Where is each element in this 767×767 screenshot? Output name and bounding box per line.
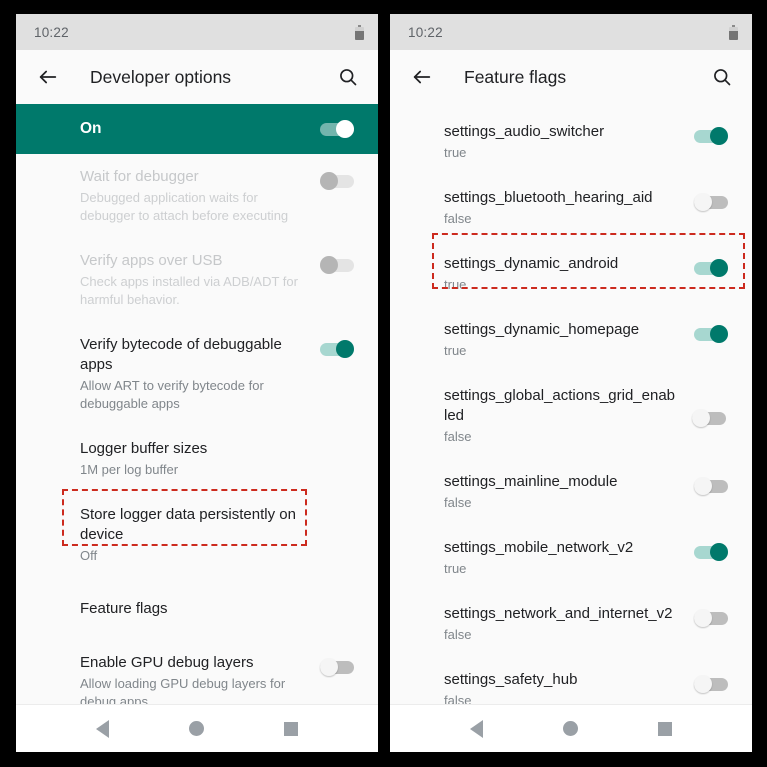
list-item-title: Feature flags: [80, 600, 168, 617]
list-item-subtitle: Off: [80, 548, 98, 563]
list-item-subtitle: Allow ART to verify bytecode for debugga…: [80, 378, 264, 411]
developer-options-list[interactable]: Wait for debugger Debugged application w…: [16, 154, 378, 704]
list-item[interactable]: settings_dynamic_homepage true: [390, 307, 752, 373]
list-item-subtitle: true: [444, 343, 467, 358]
nav-recents-square-icon[interactable]: [658, 721, 672, 736]
list-item-title: settings_network_and_internet_v2: [444, 605, 673, 622]
list-item-toggle[interactable]: [320, 339, 354, 359]
list-item-toggle[interactable]: [694, 126, 728, 146]
battery-icon: [355, 24, 364, 40]
list-item-toggle: [320, 255, 354, 275]
list-item-title: Verify apps over USB: [80, 252, 223, 269]
nav-recents-square-icon[interactable]: [284, 721, 298, 736]
status-bar: 10:22: [16, 14, 378, 50]
list-item[interactable]: settings_safety_hub false: [390, 657, 752, 704]
system-navigation-bar: [16, 704, 378, 752]
list-item-toggle[interactable]: [694, 258, 728, 278]
search-icon[interactable]: [336, 65, 360, 89]
list-item[interactable]: settings_mainline_module false: [390, 459, 752, 525]
list-item-subtitle: Debugged application waits for debugger …: [80, 190, 289, 223]
list-item: Verify apps over USB Check apps installe…: [16, 238, 378, 322]
list-item: Wait for debugger Debugged application w…: [16, 154, 378, 238]
status-bar-clock: 10:22: [408, 24, 443, 40]
list-item[interactable]: settings_global_actions_grid_enabled fal…: [390, 373, 752, 459]
list-item-feature-flags[interactable]: Feature flags: [16, 578, 378, 640]
list-item-toggle[interactable]: [694, 476, 728, 496]
list-item-title: settings_audio_switcher: [444, 123, 605, 140]
list-item[interactable]: Enable GPU debug layers Allow loading GP…: [16, 640, 378, 704]
list-item[interactable]: settings_bluetooth_hearing_aid false: [390, 175, 752, 241]
list-item-toggle[interactable]: [694, 542, 728, 562]
list-item-subtitle: true: [444, 561, 467, 576]
nav-back-triangle-icon[interactable]: [96, 719, 109, 738]
master-switch-toggle[interactable]: [320, 119, 354, 139]
list-item-subtitle: false: [444, 627, 472, 642]
arrow-left-icon[interactable]: [36, 65, 60, 89]
list-item-subtitle: Check apps installed via ADB/ADT for har…: [80, 274, 298, 307]
list-item[interactable]: Store logger data persistently on device…: [16, 492, 378, 578]
list-item[interactable]: Logger buffer sizes 1M per log buffer: [16, 426, 378, 492]
list-item-title: settings_safety_hub: [444, 671, 578, 688]
list-item-subtitle: Allow loading GPU debug layers for debug…: [80, 676, 286, 704]
nav-home-circle-icon[interactable]: [563, 721, 578, 736]
list-item[interactable]: settings_audio_switcher true: [390, 104, 752, 175]
list-item-subtitle: 1M per log buffer: [80, 462, 179, 477]
list-item-title: settings_dynamic_android: [444, 255, 619, 272]
list-item-settings-dynamic-android[interactable]: settings_dynamic_android true: [390, 241, 752, 307]
arrow-left-icon[interactable]: [410, 65, 434, 89]
phone-screen-feature-flags: 10:22 Feature flags settings_audio_switc…: [390, 14, 752, 752]
status-bar-clock: 10:22: [34, 24, 69, 40]
list-item-toggle[interactable]: [694, 324, 728, 344]
list-item-title: settings_bluetooth_hearing_aid: [444, 189, 653, 206]
app-bar: Developer options: [16, 50, 378, 104]
list-item-subtitle: true: [444, 145, 467, 160]
system-navigation-bar: [390, 704, 752, 752]
master-switch-label: On: [80, 120, 102, 137]
list-item-toggle[interactable]: [694, 608, 728, 628]
search-icon[interactable]: [710, 65, 734, 89]
list-item[interactable]: settings_mobile_network_v2 true: [390, 525, 752, 591]
list-item-subtitle: false: [444, 211, 472, 226]
page-title: Feature flags: [464, 66, 567, 87]
list-item-title: Enable GPU debug layers: [80, 654, 254, 671]
list-item-title: Verify bytecode of debuggable apps: [80, 336, 282, 373]
list-item-toggle[interactable]: [694, 192, 728, 212]
feature-flags-list[interactable]: settings_audio_switcher true settings_bl…: [390, 104, 752, 704]
phone-screen-developer-options: 10:22 Developer options On Wait for debu…: [16, 14, 378, 752]
page-title: Developer options: [90, 66, 232, 87]
nav-back-triangle-icon[interactable]: [470, 719, 483, 738]
developer-options-master-switch-row[interactable]: On: [16, 104, 378, 154]
list-item-title: settings_global_actions_grid_enabled: [444, 387, 676, 424]
list-item-toggle[interactable]: [692, 408, 726, 428]
list-item-title: settings_dynamic_homepage: [444, 321, 640, 338]
list-item-toggle[interactable]: [320, 657, 354, 677]
list-item-title: settings_mobile_network_v2: [444, 539, 634, 556]
list-item-title: Wait for debugger: [80, 168, 199, 185]
list-item[interactable]: settings_network_and_internet_v2 false: [390, 591, 752, 657]
list-item-subtitle: true: [444, 277, 467, 292]
list-item-subtitle: false: [444, 693, 472, 704]
list-item-subtitle: false: [444, 429, 472, 444]
status-bar: 10:22: [390, 14, 752, 50]
list-item-title: settings_mainline_module: [444, 473, 618, 490]
list-item-toggle[interactable]: [694, 674, 728, 694]
list-item-title: Store logger data persistently on device: [80, 506, 296, 543]
list-item[interactable]: Verify bytecode of debuggable apps Allow…: [16, 322, 378, 426]
battery-icon: [729, 24, 738, 40]
list-item-toggle: [320, 171, 354, 191]
list-item-title: Logger buffer sizes: [80, 440, 208, 457]
app-bar: Feature flags: [390, 50, 752, 104]
list-item-subtitle: false: [444, 495, 472, 510]
nav-home-circle-icon[interactable]: [189, 721, 204, 736]
